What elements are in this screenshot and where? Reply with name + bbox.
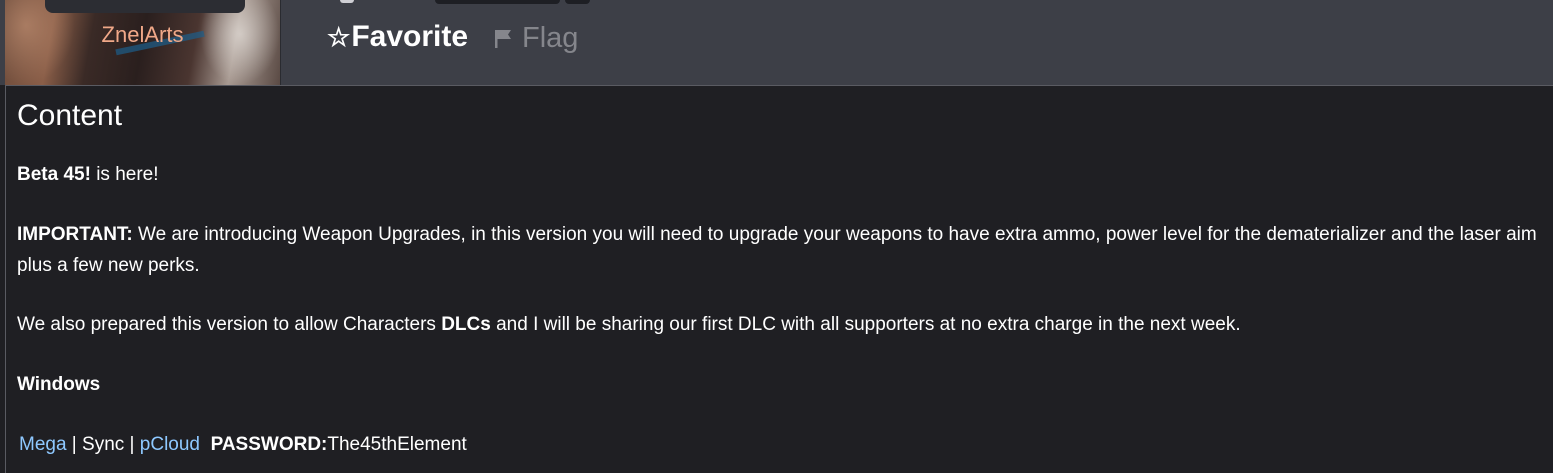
flag-label: Flag — [522, 22, 579, 54]
link-separator: | — [66, 434, 83, 455]
intro-paragraph: Beta 45! is here! — [17, 159, 1542, 190]
dlc-text-pre: We also prepared this version to allow C… — [17, 314, 442, 335]
dlc-paragraph: We also prepared this version to allow C… — [17, 309, 1542, 340]
flag-icon — [495, 29, 511, 48]
important-paragraph: IMPORTANT: We are introducing Weapon Upg… — [17, 219, 1542, 281]
content-title: Content — [17, 99, 123, 132]
important-text: We are introducing Weapon Upgrades, in t… — [17, 224, 1537, 276]
avatar-overlay-bar — [45, 0, 245, 13]
author-name[interactable]: ZnelArts — [5, 22, 280, 48]
important-bold: IMPORTANT: — [17, 224, 133, 245]
header-small-button-partial[interactable] — [565, 0, 590, 4]
header-button-partial[interactable] — [435, 0, 560, 4]
sync-text: Sync — [82, 434, 125, 455]
favorite-button[interactable]: ☆ Favorite — [327, 20, 468, 54]
download-links: Mega | Sync | pCloud PASSWORD:The45thEle… — [19, 429, 1544, 460]
mega-link[interactable]: Mega — [19, 434, 67, 455]
platform-label: Windows — [17, 374, 101, 395]
header-divider — [280, 0, 281, 85]
platform-heading: Windows — [17, 369, 1542, 400]
password-label: PASSWORD: — [210, 434, 328, 455]
password-value: The45thElement — [327, 434, 467, 455]
post-header: ZnelArts ☆ Favorite Flag — [0, 0, 1553, 85]
author-avatar[interactable]: ZnelArts — [5, 0, 280, 85]
favorite-label: Favorite — [351, 20, 469, 53]
dlc-text-post: and I will be sharing our first DLC with… — [490, 314, 1241, 335]
flag-button[interactable]: Flag — [494, 22, 578, 55]
content-panel: Content Beta 45! is here! IMPORTANT: We … — [5, 85, 1553, 473]
intro-bold: Beta 45! — [17, 164, 91, 185]
link-separator: | — [124, 434, 140, 455]
pcloud-link[interactable]: pCloud — [140, 434, 200, 455]
star-icon: ☆ — [327, 21, 351, 52]
header-icon-partial[interactable] — [340, 0, 354, 3]
dlc-bold: DLCs — [441, 314, 491, 335]
intro-text: is here! — [90, 164, 159, 185]
